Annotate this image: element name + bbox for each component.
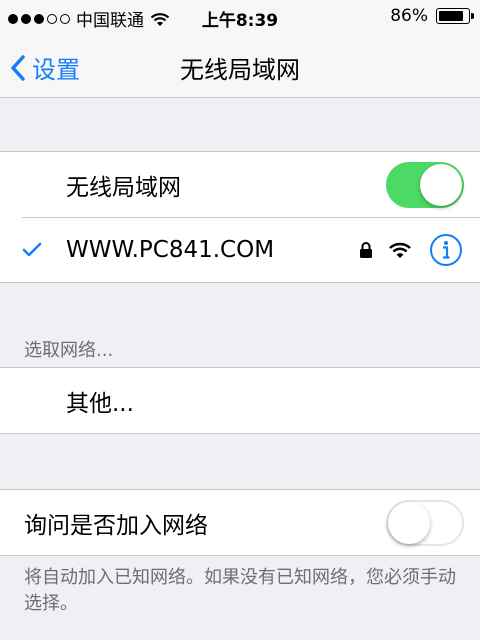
connected-network-row[interactable]: WWW.PC841.COM (0, 217, 480, 282)
battery-percent: 86% (390, 6, 428, 26)
ask-to-join-group: 询问是否加入网络 (0, 489, 480, 556)
battery-icon (436, 8, 474, 24)
status-right: 86% (390, 6, 474, 26)
ask-to-join-switch[interactable] (386, 499, 464, 546)
wifi-toggle-label: 无线局域网 (66, 174, 181, 201)
battery-fill (439, 11, 464, 21)
wifi-group: 无线局域网 WWW.PC841.COM (0, 151, 480, 283)
ask-to-join-row: 询问是否加入网络 (0, 490, 480, 555)
toggle-knob (420, 163, 462, 206)
network-name: WWW.PC841.COM (66, 236, 275, 263)
page-title: 无线局域网 (180, 56, 300, 84)
navigation-bar: 设置 无线局域网 (0, 32, 480, 98)
other-network-row[interactable]: 其他... (0, 368, 480, 433)
other-network-group: 其他... (0, 367, 480, 434)
checkmark-icon (22, 242, 42, 256)
choose-network-header: 选取网络... (24, 340, 114, 361)
lock-icon (360, 241, 372, 258)
toggle-knob (388, 501, 430, 544)
other-network-label: 其他... (66, 390, 134, 417)
wifi-toggle-row: 无线局域网 (0, 152, 480, 217)
wifi-signal-icon (389, 242, 411, 258)
info-button-icon[interactable] (429, 233, 463, 267)
wifi-toggle-switch[interactable] (386, 161, 464, 208)
ask-to-join-footer: 将自动加入已知网络。如果没有已知网络，您必须手动选择。 (24, 567, 456, 614)
ask-to-join-label: 询问是否加入网络 (24, 512, 208, 539)
status-bar: 中国联通 上午8:39 86% (0, 0, 480, 32)
